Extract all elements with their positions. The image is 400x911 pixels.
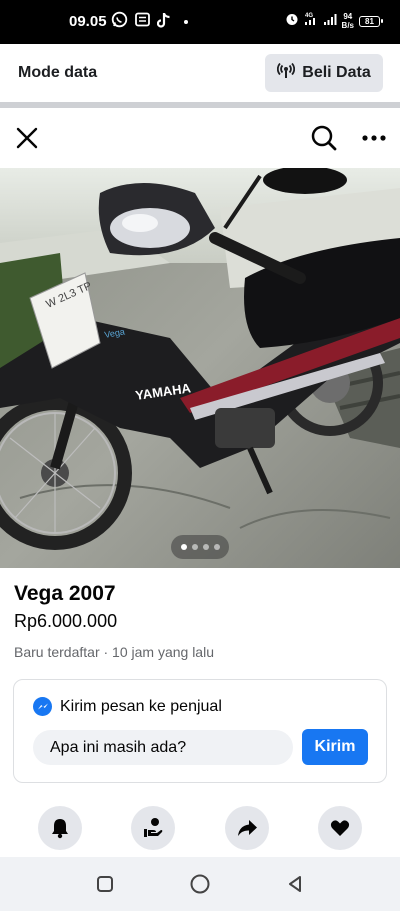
listing-meta: Baru terdaftar · 10 jam yang lalu [14,644,214,660]
signal-4g-icon: 4G [304,11,318,31]
carousel-dot[interactable] [191,544,198,550]
close-icon [16,127,38,149]
tiktok-icon [156,12,171,33]
listing-photo[interactable]: W 2L3 TP YAMAHA Vega [0,168,400,568]
broadcast-icon [277,62,296,84]
listing-title: Vega 2007 [14,582,116,605]
more-notifications-dot [184,20,188,24]
whatsapp-icon [111,11,128,33]
home-button[interactable] [188,872,212,896]
share-button[interactable] [225,806,269,850]
motorcycle-image: W 2L3 TP YAMAHA Vega [0,168,400,568]
messenger-icon [33,697,52,716]
offer-button[interactable] [131,806,175,850]
carousel-indicator[interactable] [171,535,229,559]
search-icon [311,125,337,151]
carousel-dot[interactable] [180,544,187,550]
message-card-title: Kirim pesan ke penjual [60,697,222,715]
recent-apps-icon [97,876,113,892]
status-time: 09.05 [69,13,107,30]
notification-icons [111,11,188,33]
home-icon [190,874,210,894]
share-icon [238,820,257,836]
alarm-icon [285,12,299,31]
recent-apps-button[interactable] [93,872,117,896]
message-input[interactable] [33,730,293,765]
beli-data-button[interactable]: Beli Data [265,54,383,92]
battery-icon: 81 [359,15,383,27]
system-icons: 4G 94 B/s 81 [285,11,383,31]
message-card-heading: Kirim pesan ke penjual [33,697,222,716]
listing-price: Rp6.000.000 [14,611,118,631]
back-icon [289,876,301,892]
heart-icon [330,820,350,836]
more-icon [362,135,386,141]
save-button[interactable] [318,806,362,850]
message-seller-card: Kirim pesan ke penjual Kirim [13,679,387,783]
bell-icon [52,819,68,839]
status-bar: 09.05 4G 94 B/s 81 [0,0,400,44]
carousel-dot[interactable] [213,544,220,550]
close-button[interactable] [14,125,40,151]
listing-header [0,108,400,168]
network-speed: 94 B/s [341,12,354,30]
send-button[interactable]: Kirim [302,729,368,765]
hand-heart-icon [144,818,163,837]
battery-level: 81 [365,16,374,26]
beli-data-label: Beli Data [302,64,371,81]
data-mode-bar: Mode data Beli Data [0,44,400,102]
alert-button[interactable] [38,806,82,850]
data-mode-label: Mode data [18,64,98,81]
carousel-dot[interactable] [202,544,209,550]
system-navigation-bar [0,857,400,911]
search-button[interactable] [310,124,338,152]
more-options-button[interactable] [360,124,388,152]
back-button[interactable] [283,872,307,896]
svg-text:4G: 4G [305,13,313,19]
signal-icon [323,12,337,31]
message-icon [135,12,150,32]
